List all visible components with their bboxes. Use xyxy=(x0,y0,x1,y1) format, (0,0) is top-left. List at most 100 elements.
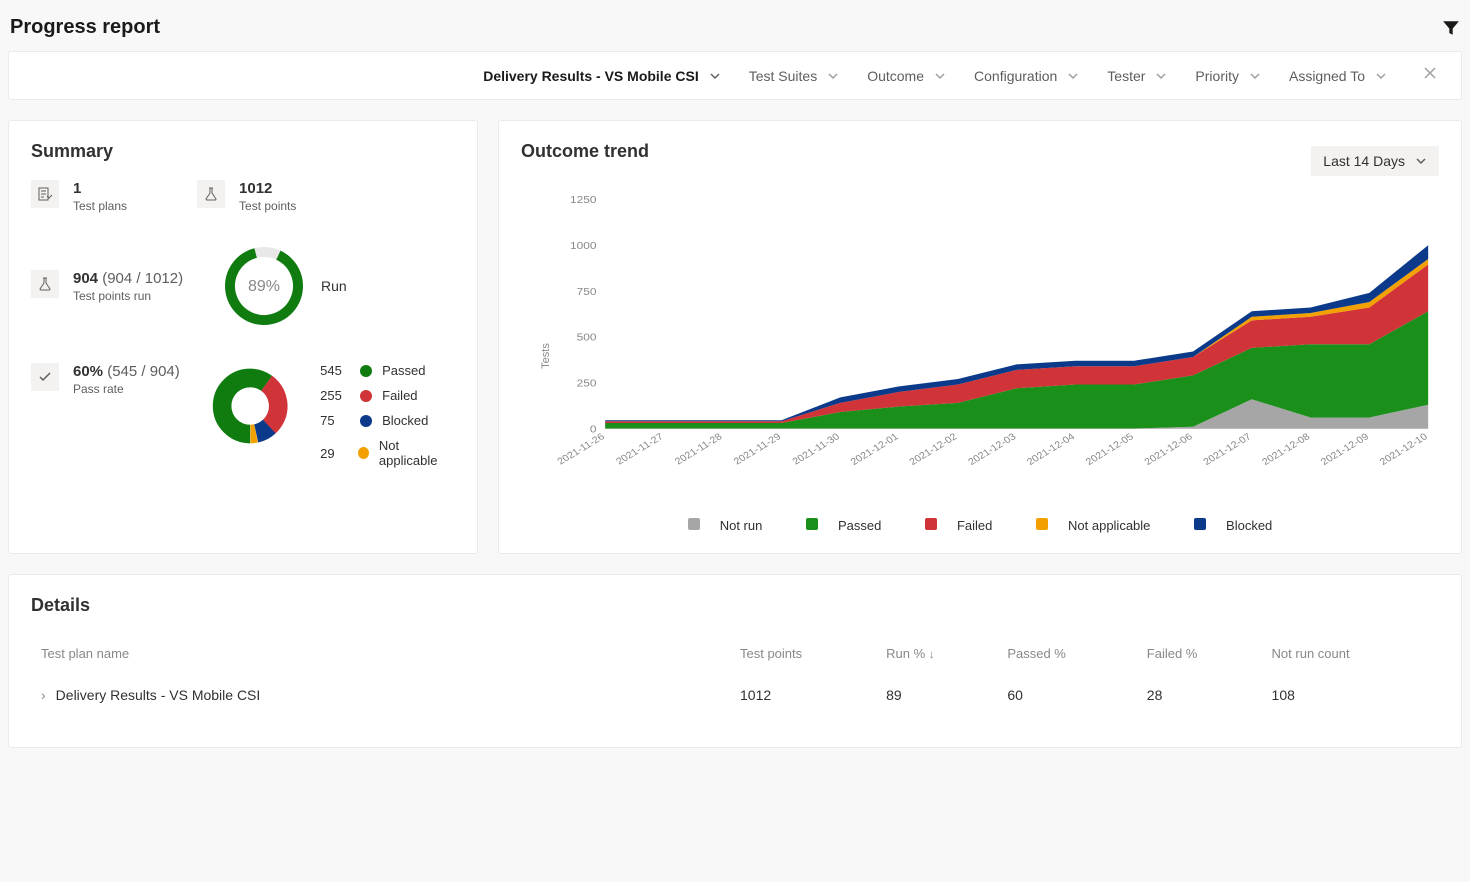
check-icon xyxy=(31,363,59,391)
beaker-icon xyxy=(31,270,59,298)
swatch-na xyxy=(1036,518,1048,530)
svg-text:750: 750 xyxy=(577,286,597,297)
summary-title: Summary xyxy=(31,141,455,162)
svg-text:2021-11-27: 2021-11-27 xyxy=(614,432,666,468)
swatch-blocked xyxy=(1194,518,1206,530)
filter-tester[interactable]: Tester xyxy=(1107,68,1167,84)
run-label: Test points run xyxy=(73,289,183,303)
run-value: 904 xyxy=(73,270,98,287)
filter-icon[interactable] xyxy=(1442,19,1460,37)
chevron-down-icon xyxy=(827,70,839,82)
run-donut: 89% Run xyxy=(221,243,347,329)
legend-na: Not applicable xyxy=(1068,518,1150,533)
beaker-icon xyxy=(197,180,225,208)
sort-desc-icon: ↓ xyxy=(929,647,935,661)
stat-test-points: 1012 Test points xyxy=(197,180,296,213)
svg-text:1000: 1000 xyxy=(570,241,596,252)
chevron-down-icon xyxy=(1249,70,1261,82)
na-count: 29 xyxy=(320,446,348,461)
svg-text:2021-12-03: 2021-12-03 xyxy=(966,432,1018,468)
col-run[interactable]: Run % ↓ xyxy=(878,636,997,671)
y-axis-label: Tests xyxy=(540,343,552,369)
svg-text:2021-12-04: 2021-12-04 xyxy=(1025,432,1077,468)
details-card: Details Test plan name Test points Run %… xyxy=(8,574,1462,748)
stat-pass-rate: 60% (545 / 904) Pass rate xyxy=(31,363,190,396)
failed-label: Failed xyxy=(382,388,417,403)
legend-failed: Failed xyxy=(957,518,992,533)
chevron-down-icon xyxy=(1155,70,1167,82)
pass-value: 60% xyxy=(73,363,103,380)
range-label: Last 14 Days xyxy=(1323,153,1405,169)
filter-label: Tester xyxy=(1107,68,1145,84)
filter-outcome[interactable]: Outcome xyxy=(867,68,946,84)
filter-label: Configuration xyxy=(974,68,1057,84)
legend-passed: Passed xyxy=(838,518,881,533)
swatch-notrun xyxy=(688,518,700,530)
svg-text:2021-12-01: 2021-12-01 xyxy=(849,432,901,468)
swatch-passed xyxy=(806,518,818,530)
col-notrun[interactable]: Not run count xyxy=(1264,636,1437,671)
blocked-label: Blocked xyxy=(382,413,428,428)
legend-notrun: Not run xyxy=(720,518,763,533)
col-points[interactable]: Test points xyxy=(732,636,876,671)
summary-card: Summary 1 Test plans 1012 Test points xyxy=(8,120,478,554)
table-row[interactable]: ›Delivery Results - VS Mobile CSI1012896… xyxy=(33,673,1437,717)
trend-legend: Not run Passed Failed Not applicable Blo… xyxy=(521,518,1439,533)
stat-test-plans: 1 Test plans xyxy=(31,180,127,213)
chevron-down-icon xyxy=(709,70,721,82)
svg-text:2021-11-28: 2021-11-28 xyxy=(673,432,725,468)
run-pct: 89% xyxy=(248,278,280,295)
blocked-count: 75 xyxy=(320,413,350,428)
close-icon xyxy=(1423,66,1437,80)
chevron-down-icon xyxy=(934,70,946,82)
run-fraction: (904 / 1012) xyxy=(102,270,183,287)
outcome-legend: 545Passed 255Failed 75Blocked 29Not appl… xyxy=(320,363,455,468)
svg-text:2021-12-05: 2021-12-05 xyxy=(1084,432,1136,468)
chevron-down-icon xyxy=(1067,70,1079,82)
filter-label: Outcome xyxy=(867,68,924,84)
details-table: Test plan name Test points Run % ↓ Passe… xyxy=(31,634,1439,719)
filter-bar: Delivery Results - VS Mobile CSI Test Su… xyxy=(8,51,1462,100)
pass-fraction: (545 / 904) xyxy=(107,363,180,380)
na-label: Not applicable xyxy=(379,438,455,468)
run-donut-chart: 89% xyxy=(221,243,307,329)
filter-priority[interactable]: Priority xyxy=(1195,68,1261,84)
passed-label: Passed xyxy=(382,363,425,378)
legend-blocked: Blocked xyxy=(1226,518,1272,533)
filter-plan-label: Delivery Results - VS Mobile CSI xyxy=(483,68,699,84)
swatch-passed xyxy=(360,365,372,377)
swatch-blocked xyxy=(360,415,372,427)
swatch-failed xyxy=(925,518,937,530)
svg-text:500: 500 xyxy=(577,332,597,343)
swatch-na xyxy=(358,447,369,459)
pass-label: Pass rate xyxy=(73,382,180,396)
filter-assigned-to[interactable]: Assigned To xyxy=(1289,68,1387,84)
col-name[interactable]: Test plan name xyxy=(33,636,730,671)
chevron-right-icon[interactable]: › xyxy=(41,687,46,703)
range-button[interactable]: Last 14 Days xyxy=(1311,146,1439,176)
svg-text:2021-12-09: 2021-12-09 xyxy=(1319,432,1371,468)
page-title: Progress report xyxy=(10,16,160,39)
passed-count: 545 xyxy=(320,363,350,378)
filter-label: Assigned To xyxy=(1289,68,1365,84)
filter-plan[interactable]: Delivery Results - VS Mobile CSI xyxy=(483,68,721,84)
test-points-count: 1012 xyxy=(239,180,296,197)
filter-label: Test Suites xyxy=(749,68,817,84)
svg-text:2021-12-06: 2021-12-06 xyxy=(1143,432,1195,468)
filter-test-suites[interactable]: Test Suites xyxy=(749,68,839,84)
clear-filters-button[interactable] xyxy=(1415,66,1445,85)
svg-text:2021-11-30: 2021-11-30 xyxy=(791,432,843,468)
test-plan-icon xyxy=(31,180,59,208)
col-passed[interactable]: Passed % xyxy=(999,636,1136,671)
swatch-failed xyxy=(360,390,372,402)
run-donut-label: Run xyxy=(321,278,347,294)
test-points-label: Test points xyxy=(239,199,296,213)
stat-run: 904 (904 / 1012) Test points run xyxy=(31,270,201,303)
svg-text:2021-12-10: 2021-12-10 xyxy=(1378,432,1430,468)
test-plans-count: 1 xyxy=(73,180,127,197)
filter-configuration[interactable]: Configuration xyxy=(974,68,1079,84)
test-plans-label: Test plans xyxy=(73,199,127,213)
outcome-trend-card: Outcome trend Last 14 Days Tests 0250500… xyxy=(498,120,1462,554)
svg-text:1250: 1250 xyxy=(570,195,596,206)
col-failed[interactable]: Failed % xyxy=(1139,636,1262,671)
